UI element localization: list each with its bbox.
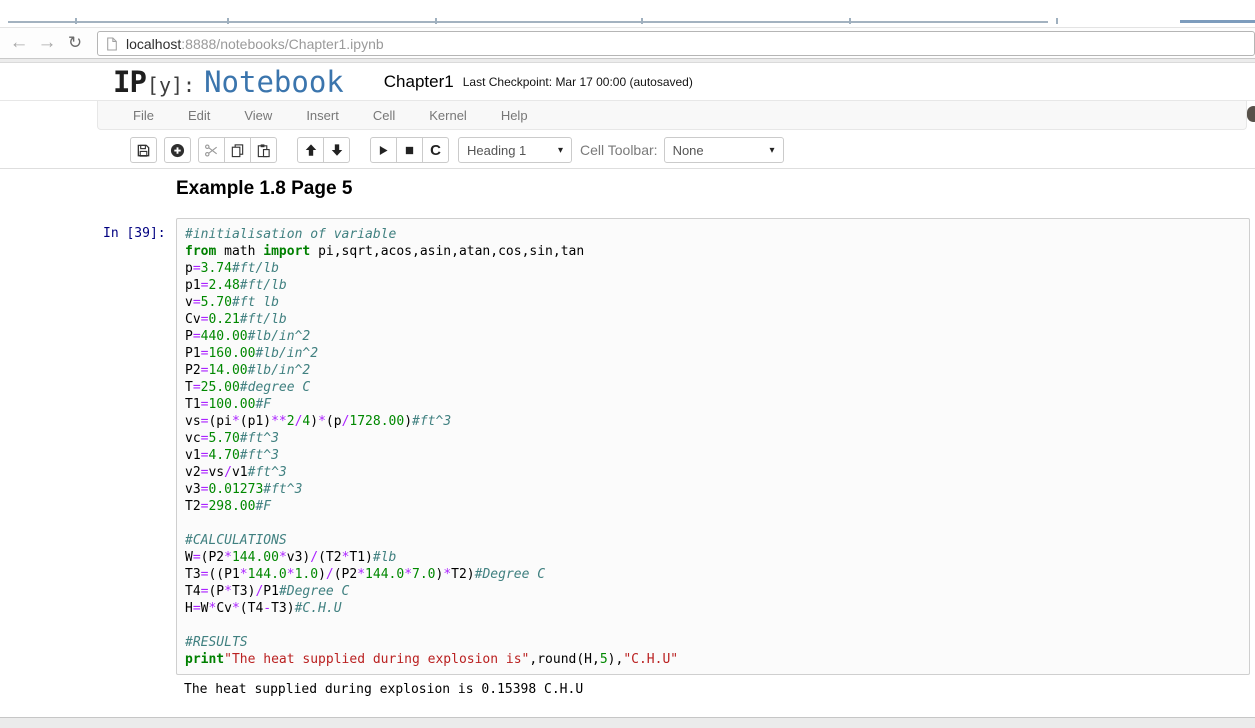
- tab-separator: [435, 18, 437, 24]
- code-line: vs=(pi*(p1)**2/4)*(p/1728.00)#ft^3: [185, 413, 1241, 430]
- code-line: P2=14.00#lb/in^2: [185, 362, 1241, 379]
- cell-type-select[interactable]: Heading 1 ▾: [458, 137, 572, 163]
- logo-y: [y]:: [147, 73, 195, 97]
- url-host: localhost: [126, 36, 181, 52]
- move-cell-up-button[interactable]: [297, 137, 324, 163]
- checkpoint-status: Last Checkpoint: Mar 17 00:00 (autosaved…: [463, 75, 693, 89]
- cell-type-value: Heading 1: [467, 143, 526, 158]
- ipython-logo[interactable]: IP [y]: Notebook: [113, 65, 344, 99]
- code-line: P1=160.00#lb/in^2: [185, 345, 1241, 362]
- notebook-title[interactable]: Chapter1: [384, 72, 454, 92]
- code-line: T2=298.00#F: [185, 498, 1241, 515]
- input-prompt: In [39]:: [103, 226, 166, 241]
- play-icon: [377, 144, 390, 157]
- chevron-down-icon: ▾: [558, 145, 563, 156]
- code-editor[interactable]: #initialisation of variablefrom math imp…: [176, 218, 1250, 675]
- code-line: from math import pi,sqrt,acos,asin,atan,…: [185, 243, 1241, 260]
- menu-item-edit[interactable]: Edit: [171, 102, 227, 129]
- bottom-bar: [0, 717, 1255, 728]
- cut-cell-button[interactable]: [198, 137, 225, 163]
- save-icon: [136, 143, 151, 158]
- code-line: vc=5.70#ft^3: [185, 430, 1241, 447]
- menu-item-cell[interactable]: Cell: [356, 102, 412, 129]
- scissors-icon: [204, 143, 219, 158]
- copy-cell-button[interactable]: [224, 137, 251, 163]
- heading-cell[interactable]: Example 1.8 Page 5: [176, 178, 352, 200]
- arrow-up-icon: [304, 143, 318, 157]
- code-line: #RESULTS: [185, 634, 1241, 651]
- tab-edge-line: [8, 21, 1048, 23]
- cell-toolbar-label: Cell Toolbar:: [580, 142, 658, 158]
- code-line: Cv=0.21#ft/lb: [185, 311, 1241, 328]
- chevron-down-icon: ▾: [770, 145, 775, 156]
- menu-item-insert[interactable]: Insert: [289, 102, 356, 129]
- code-line: P=440.00#lb/in^2: [185, 328, 1241, 345]
- code-line: v1=4.70#ft^3: [185, 447, 1241, 464]
- arrow-down-icon: [330, 143, 344, 157]
- code-line: T4=(P*T3)/P1#Degree C: [185, 583, 1241, 600]
- code-line: T3=((P1*144.0*1.0)/(P2*144.0*7.0)*T2)#De…: [185, 566, 1241, 583]
- restart-icon: C: [430, 142, 441, 159]
- code-line: T1=100.00#F: [185, 396, 1241, 413]
- forward-icon[interactable]: →: [34, 30, 60, 56]
- cell-output: The heat supplied during explosion is 0.…: [184, 682, 583, 697]
- menu-item-view[interactable]: View: [227, 102, 289, 129]
- code-line: p=3.74#ft/lb: [185, 260, 1241, 277]
- paste-icon: [256, 143, 271, 158]
- tab-separator: [1056, 18, 1058, 24]
- interrupt-kernel-button[interactable]: [396, 137, 423, 163]
- code-line: p1=2.48#ft/lb: [185, 277, 1241, 294]
- save-button[interactable]: [130, 137, 157, 163]
- menu-item-help[interactable]: Help: [484, 102, 545, 129]
- code-line: v=5.70#ft lb: [185, 294, 1241, 311]
- plus-circle-icon: [170, 143, 185, 158]
- reload-icon[interactable]: ↻: [62, 30, 88, 56]
- tab-separator: [227, 18, 229, 24]
- menu-bar: FileEditViewInsertCellKernelHelp: [97, 101, 1247, 130]
- run-cell-button[interactable]: [370, 137, 397, 163]
- move-cell-down-button[interactable]: [323, 137, 350, 163]
- stop-icon: [403, 144, 416, 157]
- code-line: print"The heat supplied during explosion…: [185, 651, 1241, 668]
- cell-toolbar: C Heading 1 ▾ Cell Toolbar: None ▾: [0, 130, 1255, 169]
- tab-separator: [849, 18, 851, 24]
- browser-window: ← → ↻ localhost:8888/notebooks/Chapter1.…: [0, 0, 1255, 728]
- browser-toolbar: ← → ↻ localhost:8888/notebooks/Chapter1.…: [0, 27, 1255, 58]
- logo-notebook: Notebook: [204, 65, 344, 99]
- notebook-header: IP [y]: Notebook Chapter1 Last Checkpoin…: [0, 63, 1255, 100]
- back-icon[interactable]: ←: [6, 30, 32, 56]
- code-line: v2=vs/v1#ft^3: [185, 464, 1241, 481]
- tab-separator: [75, 18, 77, 24]
- tab-separator: [641, 18, 643, 24]
- paste-cell-button[interactable]: [250, 137, 277, 163]
- code-line: #initialisation of variable: [185, 226, 1241, 243]
- tab-edge-line-active: [1180, 20, 1255, 23]
- url-path: :8888/notebooks/Chapter1.ipynb: [181, 36, 383, 52]
- code-line: [185, 617, 1241, 634]
- restart-kernel-button[interactable]: C: [422, 137, 449, 163]
- cell-toolbar-select[interactable]: None ▾: [664, 137, 784, 163]
- code-line: #CALCULATIONS: [185, 532, 1241, 549]
- code-line: T=25.00#degree C: [185, 379, 1241, 396]
- code-line: H=W*Cv*(T4-T3)#C.H.U: [185, 600, 1241, 617]
- code-line: v3=0.01273#ft^3: [185, 481, 1241, 498]
- add-cell-button[interactable]: [164, 137, 191, 163]
- page-icon: [106, 37, 118, 51]
- logo-ip: IP: [113, 65, 146, 99]
- code-line: W=(P2*144.00*v3)/(T2*T1)#lb: [185, 549, 1241, 566]
- cell-toolbar-value: None: [673, 143, 704, 158]
- code-line: [185, 515, 1241, 532]
- menu-item-kernel[interactable]: Kernel: [412, 102, 484, 129]
- menu-item-file[interactable]: File: [116, 102, 171, 129]
- notebook-content: Example 1.8 Page 5 In [39]: #initialisat…: [0, 169, 1255, 717]
- browser-tab-strip: [0, 0, 1255, 27]
- copy-icon: [230, 143, 245, 158]
- scrollbar-thumb[interactable]: [1247, 106, 1255, 122]
- address-bar[interactable]: localhost:8888/notebooks/Chapter1.ipynb: [97, 31, 1255, 56]
